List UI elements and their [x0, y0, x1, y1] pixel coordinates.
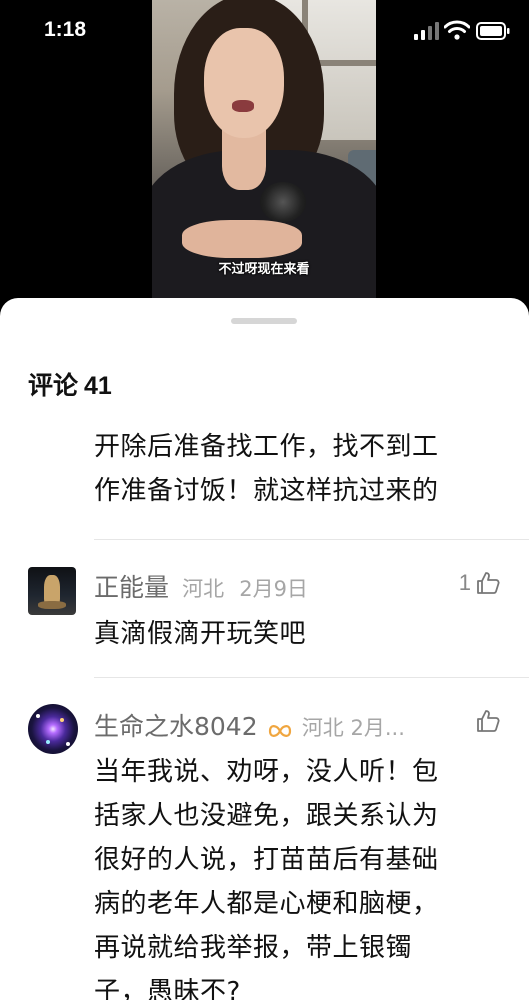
thumbs-up-icon — [477, 710, 500, 732]
thumbs-up-icon — [477, 572, 500, 594]
person-mouth — [232, 100, 254, 112]
comment-text: 开除后准备找工作，找不到工 作准备讨饭！就这样抗过来的 — [94, 425, 504, 513]
comments-count: 41 — [84, 372, 112, 400]
sheet-drag-handle[interactable] — [231, 318, 297, 324]
comment-text-line: 子，愚昧不? — [94, 977, 241, 1000]
comment-list[interactable]: 开除后准备找工作，找不到工 作准备讨饭！就这样抗过来的 正能量 河北 2月9日 … — [0, 416, 529, 1000]
person-neck — [222, 130, 266, 190]
galaxy-avatar[interactable] — [28, 704, 78, 754]
video-subtitle: 不过呀现在来看 — [218, 262, 310, 277]
comment-text-line: 括家人也没避免，跟关系认为 — [94, 801, 439, 831]
comment-text-line: 开除后准备找工作，找不到工 — [94, 432, 439, 462]
comment-location-date: 河北 2月... — [301, 716, 405, 740]
person-hands — [182, 220, 302, 258]
comment-date: 2月9日 — [239, 577, 308, 601]
cellular-signal-icon — [414, 22, 439, 40]
infinity-badge-icon — [268, 724, 291, 737]
comment-meta: 生命之水8042 河北 2月... — [94, 707, 405, 743]
comment-username[interactable]: 生命之水8042 — [94, 712, 258, 741]
comments-header: 评论 41 — [28, 366, 112, 402]
comment-location: 河北 — [182, 577, 225, 601]
like-count: 1 — [458, 570, 471, 595]
comment-text: 当年我说、劝呀，没人听！包 括家人也没避免，跟关系认为 很好的人说，打苗苗后有基… — [94, 750, 504, 1000]
microphone — [260, 182, 306, 222]
comment-username[interactable]: 正能量 — [94, 573, 169, 602]
comment-item[interactable]: 开除后准备找工作，找不到工 作准备讨饭！就这样抗过来的 — [0, 416, 529, 541]
comment-text-line: 当年我说、劝呀，没人听！包 — [94, 757, 439, 787]
battery-icon — [476, 22, 510, 40]
buddha-statue-avatar[interactable] — [28, 567, 76, 615]
status-time: 1:18 — [44, 18, 87, 41]
comment-text-line: 作准备讨饭！就这样抗过来的 — [94, 476, 439, 506]
like-button[interactable]: 1 — [459, 570, 501, 596]
comment-meta: 正能量 河北 2月9日 — [94, 568, 308, 604]
like-button[interactable] — [475, 708, 501, 734]
comment-text-line: 再说就给我举报，带上银镯 — [94, 933, 413, 963]
comment-text-line: 病的老年人都是心梗和脑梗， — [94, 889, 439, 919]
wifi-icon — [444, 20, 470, 40]
comments-sheet: 评论 41 开除后准备找工作，找不到工 作准备讨饭！就这样抗过来的 正能量 河北 … — [0, 298, 529, 1000]
comments-title: 评论 — [28, 371, 79, 400]
comment-item[interactable]: 正能量 河北 2月9日 1 真滴假滴开玩笑吧 — [0, 540, 529, 678]
status-bar: 1:18 — [0, 0, 529, 64]
comment-text-line: 很好的人说，打苗苗后有基础 — [94, 845, 439, 875]
comment-item[interactable]: 生命之水8042 河北 2月... 当年我说、劝呀，没人听！包 括家人也没避免，… — [0, 678, 529, 1000]
comment-text: 真滴假滴开玩笑吧 — [94, 619, 307, 649]
